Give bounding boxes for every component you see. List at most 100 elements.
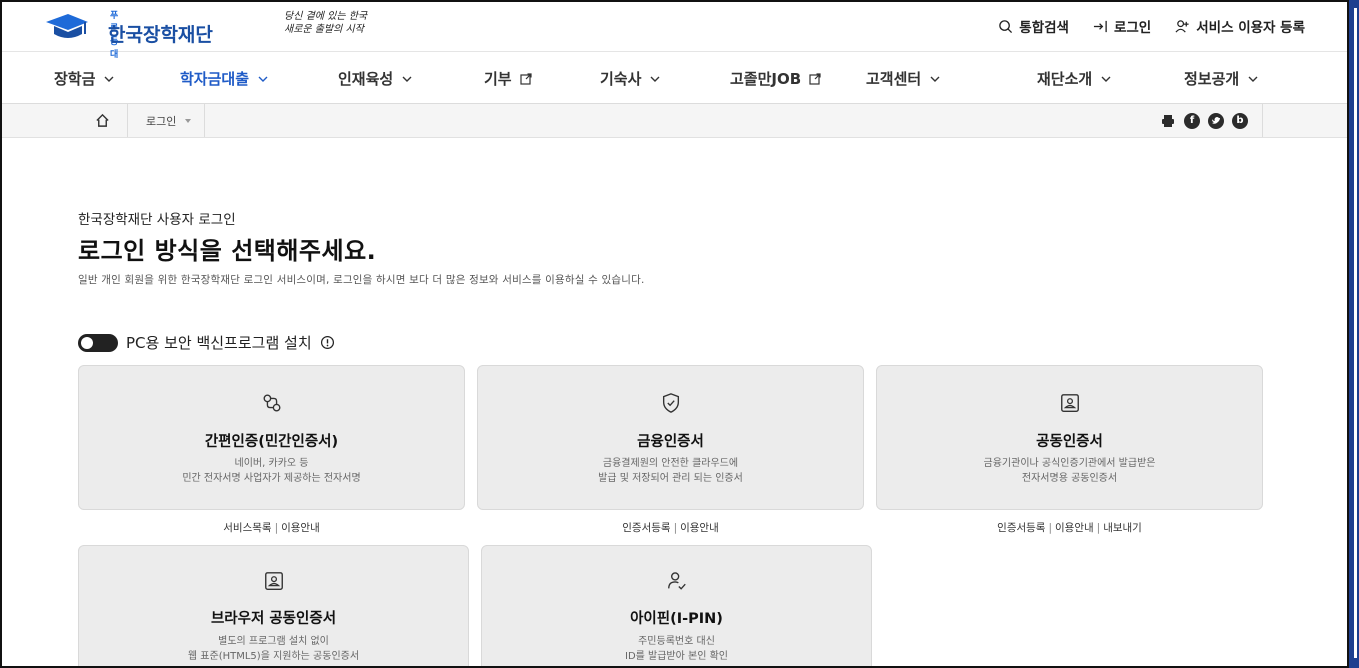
site-logo[interactable]: 푸른등대 한국장학재단 (44, 10, 213, 60)
card-description: 금융기관이나 공식인증기관에서 발급받은 전자서명용 공동인증서 (877, 456, 1262, 486)
register-label: 서비스 이용자 등록 (1196, 20, 1305, 36)
user-add-icon (1175, 19, 1189, 33)
chevron-down-icon (650, 76, 660, 82)
card-simple-auth[interactable]: 간편인증(민간인증서) 네이버, 카카오 등 민간 전자서명 사업자가 제공하는… (78, 365, 465, 510)
info-icon[interactable] (320, 335, 335, 350)
twitter-icon (1212, 116, 1220, 124)
twitter-share-button[interactable] (1208, 112, 1224, 129)
card-links-joint-cert: 인증서등록 | 이용안내 | 내보내기 (876, 520, 1263, 535)
cert-register-link[interactable]: 인증서등록 (997, 522, 1045, 534)
id-card-icon (264, 572, 283, 590)
security-program-toggle[interactable] (78, 333, 118, 352)
breadcrumb: 로그인 f b (2, 104, 1347, 138)
breadcrumb-current: 로그인 (146, 114, 177, 128)
usage-guide-link[interactable]: 이용안내 (680, 522, 719, 534)
caret-down-icon (185, 118, 192, 123)
chevron-down-icon (930, 76, 940, 82)
page-title: 로그인 방식을 선택해주세요. (78, 237, 377, 265)
nav-item-student-loan[interactable]: 학자금대출 (180, 68, 269, 89)
nav-label: 재단소개 (1037, 70, 1093, 88)
nav-label: 고졸만JOB (730, 70, 802, 88)
chevron-down-icon (1248, 76, 1258, 82)
shield-check-icon (662, 393, 679, 413)
nav-label: 고객센터 (866, 70, 922, 88)
search-button[interactable]: 통합검색 (998, 16, 1069, 36)
export-link[interactable]: 내보내기 (1103, 522, 1142, 534)
blog-share-button[interactable]: b (1232, 112, 1248, 129)
card-desc-line: 별도의 프로그램 설치 없이 (218, 636, 329, 647)
nav-item-disclosure[interactable]: 정보공개 (1184, 68, 1259, 89)
login-label: 로그인 (1113, 20, 1152, 36)
card-joint-cert[interactable]: 공동인증서 금융기관이나 공식인증기관에서 발급받은 전자서명용 공동인증서 (876, 365, 1263, 510)
card-title: 간편인증(민간인증서) (204, 434, 339, 450)
nav-label: 정보공개 (1184, 70, 1240, 88)
graduation-cap-logo-icon (46, 14, 88, 38)
window-edge-scrollbar[interactable] (1347, 0, 1359, 668)
nav-item-dormitory[interactable]: 기숙사 (600, 68, 661, 89)
separator: | (1096, 522, 1101, 534)
id-card-icon (1060, 394, 1079, 412)
nav-item-talent[interactable]: 인재육성 (338, 68, 413, 89)
card-description: 별도의 프로그램 설치 없이 웹 표준(HTML5)을 지원하는 공동인증서 (79, 634, 468, 664)
service-list-link[interactable]: 서비스목록 (223, 522, 271, 534)
register-link[interactable]: 서비스 이용자 등록 (1175, 16, 1305, 36)
separator: | (1048, 522, 1053, 534)
nav-item-scholarship[interactable]: 장학금 (54, 68, 115, 89)
nav-item-customer-center[interactable]: 고객센터 (866, 68, 941, 89)
link-icon (263, 394, 280, 412)
usage-guide-link[interactable]: 이용안내 (281, 522, 320, 534)
top-header: 푸른등대 한국장학재단 당신 곁에 있는 한국 새로운 출발의 시작 통합검색 … (2, 2, 1347, 60)
main-nav: 장학금 학자금대출 인재육성 기부 기숙사 고졸만JOB 고객센터 재단소개 정… (2, 52, 1347, 104)
nav-label: 장학금 (54, 70, 96, 88)
chevron-down-icon (104, 76, 114, 82)
separator: | (274, 522, 279, 534)
print-icon (1162, 114, 1174, 127)
card-desc-line: 네이버, 카카오 등 (234, 458, 309, 469)
card-description: 금융결제원의 안전한 클라우드에 발급 및 저장되어 관리 되는 인증서 (478, 456, 863, 486)
chevron-down-icon (1101, 76, 1111, 82)
external-link-icon (809, 72, 821, 85)
security-toggle-row: PC용 보안 백신프로그램 설치 (78, 332, 335, 353)
card-links-financial-cert: 인증서등록 | 이용안내 (477, 520, 864, 535)
slogan: 당신 곁에 있는 한국 새로운 출발의 시작 (284, 10, 367, 36)
card-desc-line: 웹 표준(HTML5)을 지원하는 공동인증서 (187, 651, 360, 662)
breadcrumb-dropdown[interactable]: 로그인 (128, 104, 206, 137)
scrollbar-track (1354, 8, 1357, 658)
card-title: 금융인증서 (637, 434, 704, 450)
slogan-line-2: 새로운 출발의 시작 (284, 24, 364, 35)
slogan-line-1: 당신 곁에 있는 한국 (284, 11, 368, 22)
blog-icon: b (1236, 115, 1244, 126)
facebook-share-button[interactable]: f (1184, 112, 1200, 129)
home-icon (96, 113, 109, 127)
print-button[interactable] (1160, 113, 1176, 129)
login-link[interactable]: 로그인 (1093, 16, 1151, 36)
usage-guide-link[interactable]: 이용안내 (1055, 522, 1094, 534)
home-button[interactable] (78, 104, 128, 137)
card-description: 네이버, 카카오 등 민간 전자서명 사업자가 제공하는 전자서명 (79, 456, 464, 486)
browser-viewport: 푸른등대 한국장학재단 당신 곁에 있는 한국 새로운 출발의 시작 통합검색 … (0, 0, 1359, 668)
external-link-icon (520, 72, 532, 85)
user-check-icon (667, 572, 686, 590)
card-ipin[interactable]: 아이핀(I-PIN) 주민등록번호 대신 ID를 발급받아 본인 확인 (481, 545, 872, 666)
card-title: 아이핀(I-PIN) (630, 611, 723, 627)
card-financial-cert[interactable]: 금융인증서 금융결제원의 안전한 클라우드에 발급 및 저장되어 관리 되는 인… (477, 365, 864, 510)
nav-label: 기숙사 (600, 70, 642, 88)
search-label: 통합검색 (1019, 20, 1069, 36)
card-links-simple-auth: 서비스목록 | 이용안내 (78, 520, 465, 535)
card-desc-line: 주민등록번호 대신 (638, 636, 715, 647)
card-desc-line: 전자서명용 공동인증서 (1021, 473, 1118, 484)
card-browser-joint-cert[interactable]: 브라우저 공동인증서 별도의 프로그램 설치 없이 웹 표준(HTML5)을 지… (78, 545, 469, 666)
card-desc-line: 민간 전자서명 사업자가 제공하는 전자서명 (182, 473, 361, 484)
logo-text: 한국장학재단 (108, 24, 213, 46)
facebook-icon: f (1189, 115, 1195, 126)
cert-register-link[interactable]: 인증서등록 (622, 522, 670, 534)
chevron-down-icon (258, 76, 268, 82)
card-desc-line: 발급 및 저장되어 관리 되는 인증서 (598, 473, 743, 484)
nav-item-donation[interactable]: 기부 (484, 68, 532, 89)
login-subtitle: 한국장학재단 사용자 로그인 (78, 212, 236, 228)
card-title: 공동인증서 (1036, 434, 1103, 450)
nav-item-about[interactable]: 재단소개 (1037, 68, 1112, 89)
nav-item-job[interactable]: 고졸만JOB (730, 68, 821, 89)
login-arrow-icon (1093, 20, 1107, 32)
nav-label: 학자금대출 (180, 70, 250, 88)
